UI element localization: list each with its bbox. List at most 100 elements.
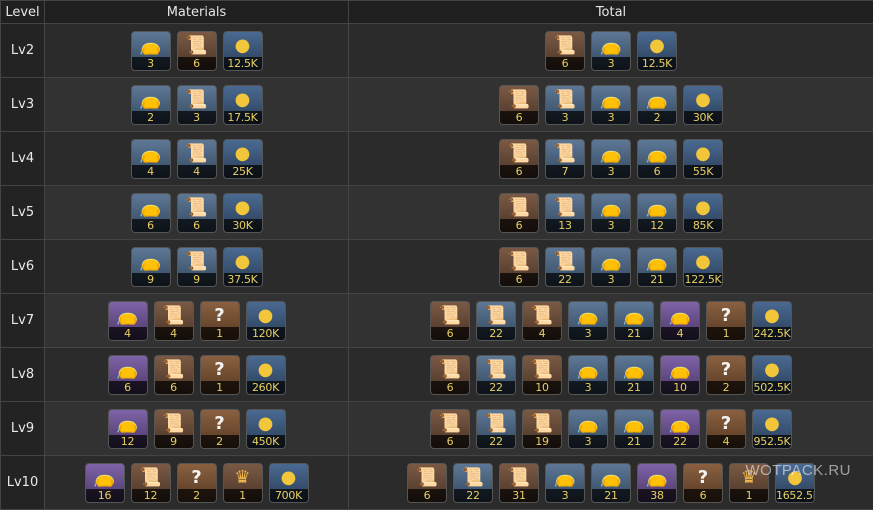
item-pouch-gold: 👝12 — [108, 409, 148, 449]
item-count: 25K — [224, 165, 262, 178]
item-pouch-silver: 👝21 — [614, 355, 654, 395]
materials-cell: 👝4📜4●25K — [45, 132, 349, 186]
item-count: 22 — [477, 435, 515, 448]
item-coin: ●30K — [223, 193, 263, 233]
total-list: 📜6📜22👝3👝21●122.5K — [349, 240, 873, 293]
item-question: ?4 — [706, 409, 746, 449]
item-count: 19 — [523, 435, 561, 448]
item-question: ?2 — [706, 355, 746, 395]
item-count: 6 — [546, 57, 584, 70]
item-count: 12.5K — [224, 57, 262, 70]
pouch-silver-icon: 👝 — [132, 194, 170, 222]
materials-list: 👝4📜4●25K — [45, 132, 348, 185]
materials-cell: 👝2📜3●17.5K — [45, 78, 349, 132]
item-count: 3 — [546, 489, 584, 502]
item-count: 6 — [431, 381, 469, 394]
table-row: Lv8👝6📜6?1●260K📜6📜22📜10👝3👝21👝10?2●502.5K — [1, 348, 873, 402]
item-pouch-brown: 👝3 — [591, 139, 631, 179]
scroll-gold-icon: 📜 — [155, 356, 193, 384]
pouch-brown-icon: 👝 — [132, 32, 170, 60]
item-coin: ●700K — [269, 463, 309, 503]
question-icon: ? — [684, 464, 722, 492]
pouch-brown-icon: 👝 — [569, 302, 607, 330]
item-coin: ●502.5K — [752, 355, 792, 395]
item-count: 1 — [201, 327, 239, 340]
item-scroll-brown: 📜6 — [177, 31, 217, 71]
materials-list: 👝4📜4?1●120K — [45, 294, 348, 347]
coin-icon: ● — [224, 86, 262, 114]
item-scroll-gold: 📜4 — [522, 301, 562, 341]
item-count: 22 — [661, 435, 699, 448]
total-list: 📜6👝3●12.5K — [349, 24, 873, 77]
pouch-silver-icon: 👝 — [615, 356, 653, 384]
question-icon: ? — [707, 410, 745, 438]
item-question: ?2 — [200, 409, 240, 449]
item-count: 2 — [707, 381, 745, 394]
materials-cell: 👝9📜9●37.5K — [45, 240, 349, 294]
pouch-silver-icon: 👝 — [615, 410, 653, 438]
item-count: 3 — [592, 219, 630, 232]
item-count: 37.5K — [224, 273, 262, 286]
total-cell: 📜6📜7👝3👝6●55K — [349, 132, 873, 186]
item-scroll-silver: 📜22 — [476, 301, 516, 341]
item-scroll-silver: 📜22 — [476, 409, 516, 449]
pouch-gold-icon: 👝 — [661, 410, 699, 438]
coin-icon: ● — [684, 140, 722, 168]
item-count: 6 — [431, 327, 469, 340]
header-level: Level — [1, 1, 45, 24]
item-count: 6 — [500, 165, 538, 178]
item-count: 2 — [201, 435, 239, 448]
scroll-brown-icon: 📜 — [500, 194, 538, 222]
item-count: 6 — [500, 111, 538, 124]
watermark: WOTPACK.RU — [745, 462, 851, 479]
item-scroll-silver: 📜4 — [177, 139, 217, 179]
pouch-gold-icon: 👝 — [109, 356, 147, 384]
item-count: 6 — [408, 489, 446, 502]
item-pouch-brown: 👝3 — [591, 247, 631, 287]
item-scroll-gold: 📜9 — [154, 409, 194, 449]
level-cell: Lv6 — [1, 240, 45, 294]
scroll-brown-icon: 📜 — [431, 356, 469, 384]
item-count: 21 — [615, 381, 653, 394]
pouch-brown-icon: 👝 — [546, 464, 584, 492]
item-count: 3 — [592, 165, 630, 178]
header-materials: Materials — [45, 1, 349, 24]
item-count: 21 — [615, 327, 653, 340]
item-pouch-silver: 👝6 — [131, 193, 171, 233]
total-cell: 📜6👝3●12.5K — [349, 24, 873, 78]
pouch-brown-icon: 👝 — [592, 32, 630, 60]
item-count: 6 — [178, 219, 216, 232]
item-count: 6 — [500, 273, 538, 286]
item-scroll-brown: 📜6 — [407, 463, 447, 503]
item-count: 9 — [178, 273, 216, 286]
item-count: 4 — [178, 165, 216, 178]
item-scroll-brown: 📜6 — [499, 139, 539, 179]
item-pouch-silver: 👝21 — [614, 409, 654, 449]
pouch-brown-icon: 👝 — [592, 86, 630, 114]
materials-cell: 👝3📜6●12.5K — [45, 24, 349, 78]
total-list: 📜6📜22📜19👝3👝21👝22?4●952.5K — [349, 402, 873, 455]
coin-icon: ● — [753, 410, 791, 438]
item-scroll-brown: 📜6 — [545, 31, 585, 71]
scroll-gold-icon: 📜 — [523, 302, 561, 330]
materials-cell: 👝6📜6●30K — [45, 186, 349, 240]
item-count: 3 — [569, 435, 607, 448]
scroll-gold-icon: 📜 — [155, 302, 193, 330]
item-count: 1 — [707, 327, 745, 340]
item-pouch-brown: 👝3 — [591, 85, 631, 125]
item-scroll-silver: 📜6 — [177, 193, 217, 233]
scroll-brown-icon: 📜 — [500, 140, 538, 168]
item-pouch-brown: 👝3 — [131, 31, 171, 71]
total-list: 📜6📜3👝3👝2●30K — [349, 78, 873, 131]
item-scroll-gold: 📜19 — [522, 409, 562, 449]
item-coin: ●952.5K — [752, 409, 792, 449]
item-count: 6 — [638, 165, 676, 178]
item-count: 17.5K — [224, 111, 262, 124]
item-coin: ●12.5K — [223, 31, 263, 71]
item-count: 21 — [592, 489, 630, 502]
item-scroll-gold: 📜31 — [499, 463, 539, 503]
coin-icon: ● — [224, 32, 262, 60]
item-count: 6 — [500, 219, 538, 232]
item-question: ?2 — [177, 463, 217, 503]
item-count: 3 — [178, 111, 216, 124]
